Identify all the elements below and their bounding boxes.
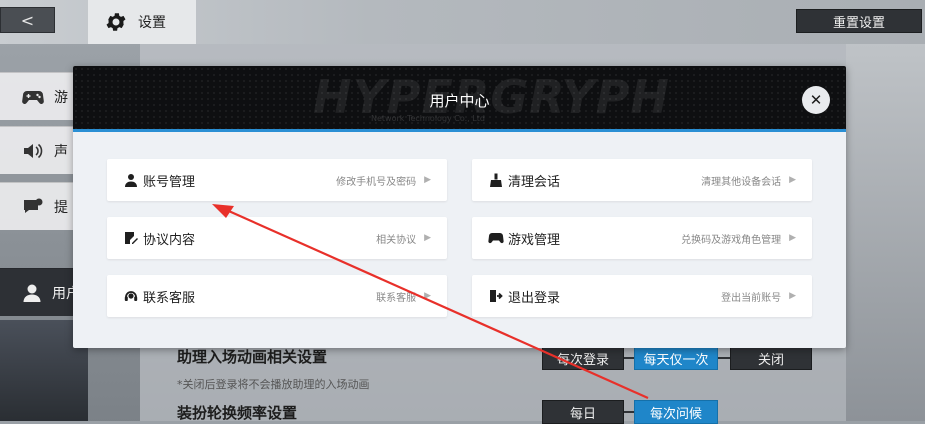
back-button[interactable]: < [0,7,55,33]
top-bar: < 设置 重置设置 [0,0,925,44]
broom-icon [488,172,504,188]
speaker-icon [24,143,43,158]
page-title: 设置 [138,15,166,31]
card-label: 退出登录 [508,290,561,306]
gamepad-icon [22,90,44,104]
headset-icon [123,288,139,304]
divider [624,357,634,359]
chevron-right-icon: ▶ [789,233,796,243]
chevron-right-icon: ▶ [424,233,431,243]
chevron-right-icon: ▶ [789,175,796,185]
logout-icon [488,288,504,304]
logout-card[interactable]: 退出登录 登出当前账号 ▶ [472,275,812,317]
reset-settings-button[interactable]: 重置设置 [796,9,922,33]
account-management-card[interactable]: 账号管理 修改手机号及密码 ▶ [107,159,447,201]
assistant-animation-hint: *关闭后登录将不会播放助理的入场动画 [177,378,370,391]
game-management-card[interactable]: 游戏管理 兑换码及游戏角色管理 ▶ [472,217,812,259]
dialog-header: HYPERGRYPH Network Technology Co., Ltd 用… [73,66,846,132]
card-label: 协议内容 [143,232,196,248]
card-description: 清理其他设备会话 [701,176,782,188]
close-icon: ✕ [809,91,823,109]
back-icon: < [20,10,35,30]
card-label: 清理会话 [508,174,561,190]
sidebar-item-label: 声 [54,143,68,160]
user-icon [123,172,139,188]
background-right-panel [846,44,925,421]
message-icon [24,198,43,213]
customer-service-card[interactable]: 联系客服 联系客服 ▶ [107,275,447,317]
settings-tab[interactable]: 设置 [88,0,196,44]
gamepad-icon [488,230,504,246]
chevron-right-icon: ▶ [424,175,431,185]
sidebar-item-label: 提 [54,199,68,216]
option-once-daily[interactable]: 每天仅一次 [634,346,718,370]
card-label: 联系客服 [143,290,196,306]
option-daily[interactable]: 每日 [542,400,624,424]
dialog-title: 用户中心 [429,92,490,110]
outfit-rotation-title: 装扮轮换频率设置 [177,404,298,422]
assistant-animation-title: 助理入场动画相关设置 [177,348,328,366]
divider [718,357,730,359]
chevron-right-icon: ▶ [789,291,796,301]
option-off[interactable]: 关闭 [730,346,812,370]
clear-sessions-card[interactable]: 清理会话 清理其他设备会话 ▶ [472,159,812,201]
user-center-dialog: HYPERGRYPH Network Technology Co., Ltd 用… [73,66,846,348]
close-button[interactable]: ✕ [802,86,830,114]
option-every-login[interactable]: 每次登录 [542,346,624,370]
gear-icon [106,13,126,31]
agreement-card[interactable]: 协议内容 相关协议 ▶ [107,217,447,259]
card-label: 账号管理 [143,174,196,190]
option-every-greeting[interactable]: 每次问候 [634,400,718,424]
card-label: 游戏管理 [508,232,561,248]
card-description: 兑换码及游戏角色管理 [681,234,782,246]
card-description: 联系客服 [376,292,417,304]
card-description: 相关协议 [376,234,417,246]
user-icon [23,284,41,302]
card-description: 登出当前账号 [721,292,782,304]
divider [624,411,634,413]
chevron-right-icon: ▶ [424,291,431,301]
document-edit-icon [123,230,139,246]
sidebar-item-label: 游 [54,89,68,106]
card-description: 修改手机号及密码 [336,176,417,188]
